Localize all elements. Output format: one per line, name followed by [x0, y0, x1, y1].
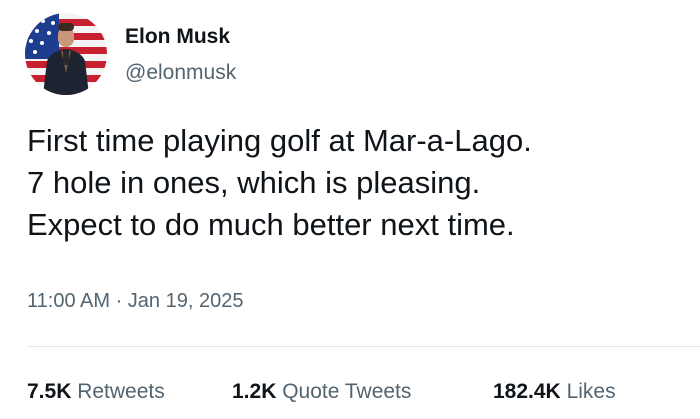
tweet-timestamp[interactable]: 11:00 AM · Jan 19, 2025 [27, 288, 243, 314]
tweet-card: Elon Musk @elonmusk First time playing g… [0, 0, 700, 419]
quote-tweets-label: Quote Tweets [282, 380, 412, 403]
retweets-label: Retweets [77, 380, 165, 403]
profile-photo-icon [25, 13, 107, 95]
retweets-count: 7.5K [27, 380, 72, 403]
author-display-name[interactable]: Elon Musk [125, 24, 230, 50]
likes-count: 182.4K [493, 380, 561, 403]
avatar[interactable] [25, 13, 107, 95]
likes-stat[interactable]: 182.4K Likes [493, 379, 616, 405]
quote-tweets-stat[interactable]: 1.2K Quote Tweets [232, 379, 411, 405]
tweet-text: First time playing golf at Mar-a-Lago. 7… [27, 120, 687, 246]
divider [27, 346, 700, 347]
likes-label: Likes [566, 380, 616, 403]
quote-tweets-count: 1.2K [232, 380, 277, 403]
author-handle[interactable]: @elonmusk [125, 60, 236, 86]
tweet-text-line: First time playing golf at Mar-a-Lago. [27, 123, 532, 158]
tweet-text-line: 7 hole in ones, which is pleasing. [27, 165, 481, 200]
retweets-stat[interactable]: 7.5K Retweets [27, 379, 165, 405]
tweet-text-line: Expect to do much better next time. [27, 207, 515, 242]
